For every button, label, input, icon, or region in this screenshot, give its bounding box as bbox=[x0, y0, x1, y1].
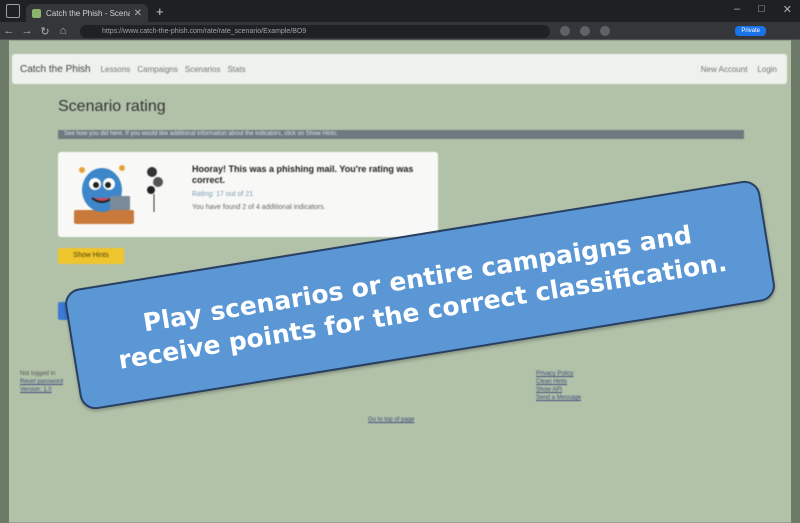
extension-icon[interactable] bbox=[600, 26, 610, 36]
url-field[interactable]: https://www.catch-the-phish.com/rate/rat… bbox=[80, 24, 550, 38]
login-link[interactable]: Login bbox=[757, 65, 777, 74]
browser-tab[interactable]: Catch the Phish - Scenario rating ✕ bbox=[26, 4, 148, 22]
window-menu-icon[interactable] bbox=[6, 4, 20, 18]
extension-icon[interactable] bbox=[580, 26, 590, 36]
favicon-icon bbox=[32, 8, 41, 18]
result-headline: Hooray! This was a phishing mail. You're… bbox=[192, 164, 414, 185]
result-card: Hooray! This was a phishing mail. You're… bbox=[58, 152, 438, 237]
indicators-found-text: You have found 2 of 4 additional indicat… bbox=[192, 204, 326, 211]
privacy-policy-link[interactable]: Privacy Policy bbox=[536, 370, 581, 378]
browser-tab-bar: Catch the Phish - Scenario rating ✕ + – … bbox=[0, 0, 800, 22]
show-hints-button[interactable]: Show Hints bbox=[58, 248, 124, 264]
window-controls: – □ ✕ bbox=[734, 3, 792, 16]
version-link[interactable]: Version: 1.0 bbox=[20, 386, 63, 394]
extension-icon[interactable] bbox=[560, 26, 570, 36]
nav-scenarios[interactable]: Scenarios bbox=[185, 65, 221, 74]
profile-button[interactable]: Private bbox=[735, 26, 766, 36]
nav-lessons[interactable]: Lessons bbox=[101, 65, 131, 74]
new-tab-icon[interactable]: + bbox=[156, 4, 164, 19]
site-brand[interactable]: Catch the Phish bbox=[20, 64, 91, 75]
maximize-icon[interactable]: □ bbox=[758, 3, 765, 16]
close-window-icon[interactable]: ✕ bbox=[783, 3, 792, 16]
send-message-link[interactable]: Send a Message bbox=[536, 394, 581, 402]
phish-monster-illustration bbox=[74, 165, 134, 224]
rating-text: Rating: 17 out of 21 bbox=[192, 191, 254, 198]
balloons-illustration bbox=[147, 167, 163, 212]
nav-stats[interactable]: Stats bbox=[227, 65, 245, 74]
minimize-icon[interactable]: – bbox=[734, 3, 740, 16]
nav-campaigns[interactable]: Campaigns bbox=[137, 65, 177, 74]
to-top-link[interactable]: Go to top of page bbox=[368, 417, 414, 423]
footer-left: Not logged in Reset password Version: 1.… bbox=[20, 370, 63, 394]
site-navbar: Catch the Phish Lessons Campaigns Scenar… bbox=[12, 54, 787, 84]
forward-icon[interactable]: → bbox=[18, 25, 36, 37]
reload-icon[interactable]: ↻ bbox=[36, 25, 54, 38]
left-edge bbox=[0, 40, 9, 523]
home-icon[interactable]: ⌂ bbox=[54, 25, 72, 37]
login-status: Not logged in bbox=[20, 371, 56, 377]
clean-hints-link[interactable]: Clean Hints bbox=[536, 378, 581, 386]
page-title: Scenario rating bbox=[58, 98, 166, 115]
footer-right: Privacy Policy Clean Hints Show API Send… bbox=[536, 370, 581, 402]
address-toolbar: ← → ↻ ⌂ https://www.catch-the-phish.com/… bbox=[0, 22, 800, 40]
close-tab-icon[interactable]: ✕ bbox=[134, 8, 142, 19]
info-alert: See how you did here. If you would like … bbox=[58, 130, 744, 139]
right-edge bbox=[791, 40, 800, 523]
show-api-link[interactable]: Show API bbox=[536, 386, 581, 394]
new-account-link[interactable]: New Account bbox=[701, 65, 748, 74]
reset-password-link[interactable]: Reset password bbox=[20, 378, 63, 386]
tab-title: Catch the Phish - Scenario rating bbox=[46, 8, 130, 18]
back-icon[interactable]: ← bbox=[0, 25, 18, 37]
